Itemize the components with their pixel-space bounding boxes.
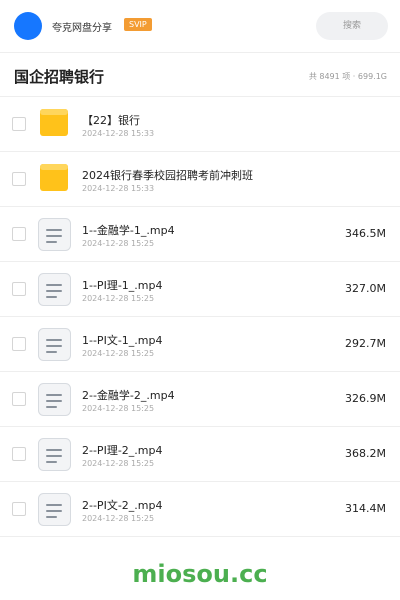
file-size: 327.0M — [345, 282, 386, 295]
document-icon — [38, 218, 71, 251]
folder-stats: 共 8491 项 · 699.1G — [308, 72, 387, 81]
file-name[interactable]: 2024银行春季校园招聘考前冲刺班 — [82, 167, 253, 183]
folder-titlebar: 国企招聘银行 共 8491 项 · 699.1G — [0, 53, 400, 97]
vip-badge: SVIP — [124, 18, 152, 31]
file-date: 2024-12-28 15:25 — [82, 459, 155, 468]
file-row[interactable]: 2--金融学-2_.mp4 2024-12-28 15:25 326.9M — [0, 372, 400, 427]
file-size: 292.7M — [345, 337, 386, 350]
row-checkbox[interactable] — [12, 392, 26, 406]
document-icon — [38, 438, 71, 471]
row-checkbox[interactable] — [12, 282, 26, 296]
file-row[interactable]: 2024银行春季校园招聘考前冲刺班 2024-12-28 15:33 — [0, 152, 400, 207]
search-button[interactable]: 搜索 — [316, 12, 388, 40]
document-icon — [38, 273, 71, 306]
file-date: 2024-12-28 15:25 — [82, 239, 155, 248]
file-name[interactable]: 1--PI文-1_.mp4 — [82, 332, 162, 348]
file-row[interactable]: 2--PI理-2_.mp4 2024-12-28 15:25 368.2M — [0, 427, 400, 482]
file-row[interactable]: 【22】银行 2024-12-28 15:33 — [0, 97, 400, 152]
row-checkbox[interactable] — [12, 117, 26, 131]
share-header: 夸克网盘分享 SVIP 搜索 — [0, 0, 400, 53]
row-checkbox[interactable] — [12, 502, 26, 516]
row-checkbox[interactable] — [12, 172, 26, 186]
page: 夸克网盘分享 SVIP 搜索 国企招聘银行 共 8491 项 · 699.1G … — [0, 0, 400, 600]
document-icon — [38, 383, 71, 416]
file-date: 2024-12-28 15:25 — [82, 294, 155, 303]
file-name[interactable]: 2--金融学-2_.mp4 — [82, 387, 175, 403]
row-checkbox[interactable] — [12, 227, 26, 241]
page-title: 国企招聘银行 — [14, 68, 105, 86]
file-date: 2024-12-28 15:33 — [82, 129, 155, 138]
file-row[interactable]: 2--PI文-2_.mp4 2024-12-28 15:25 314.4M — [0, 482, 400, 537]
file-name[interactable]: 2--PI文-2_.mp4 — [82, 497, 162, 513]
file-row[interactable]: 1--PI文-1_.mp4 2024-12-28 15:25 292.7M — [0, 317, 400, 372]
file-row[interactable]: 1--金融学-1_.mp4 2024-12-28 15:25 346.5M — [0, 207, 400, 262]
file-size: 326.9M — [345, 392, 386, 405]
file-name[interactable]: 1--PI理-1_.mp4 — [82, 277, 162, 293]
document-icon — [38, 328, 71, 361]
file-date: 2024-12-28 15:25 — [82, 514, 155, 523]
file-date: 2024-12-28 15:25 — [82, 404, 155, 413]
file-date: 2024-12-28 15:25 — [82, 349, 155, 358]
file-row[interactable]: 1--PI理-1_.mp4 2024-12-28 15:25 327.0M — [0, 262, 400, 317]
file-size: 346.5M — [345, 227, 386, 240]
file-name[interactable]: 【22】银行 — [82, 112, 140, 128]
document-icon — [38, 493, 71, 526]
folder-icon — [38, 108, 71, 141]
row-checkbox[interactable] — [12, 447, 26, 461]
watermark: miosou.cc — [132, 560, 268, 588]
file-list: 【22】银行 2024-12-28 15:33 2024银行春季校园招聘考前冲刺… — [0, 97, 400, 537]
share-username: 夸克网盘分享 — [52, 23, 112, 34]
file-date: 2024-12-28 15:33 — [82, 184, 155, 193]
file-name[interactable]: 1--金融学-1_.mp4 — [82, 222, 175, 238]
folder-icon — [38, 163, 71, 196]
file-size: 314.4M — [345, 502, 386, 515]
avatar[interactable] — [14, 12, 42, 40]
file-name[interactable]: 2--PI理-2_.mp4 — [82, 442, 162, 458]
row-checkbox[interactable] — [12, 337, 26, 351]
file-size: 368.2M — [345, 447, 386, 460]
